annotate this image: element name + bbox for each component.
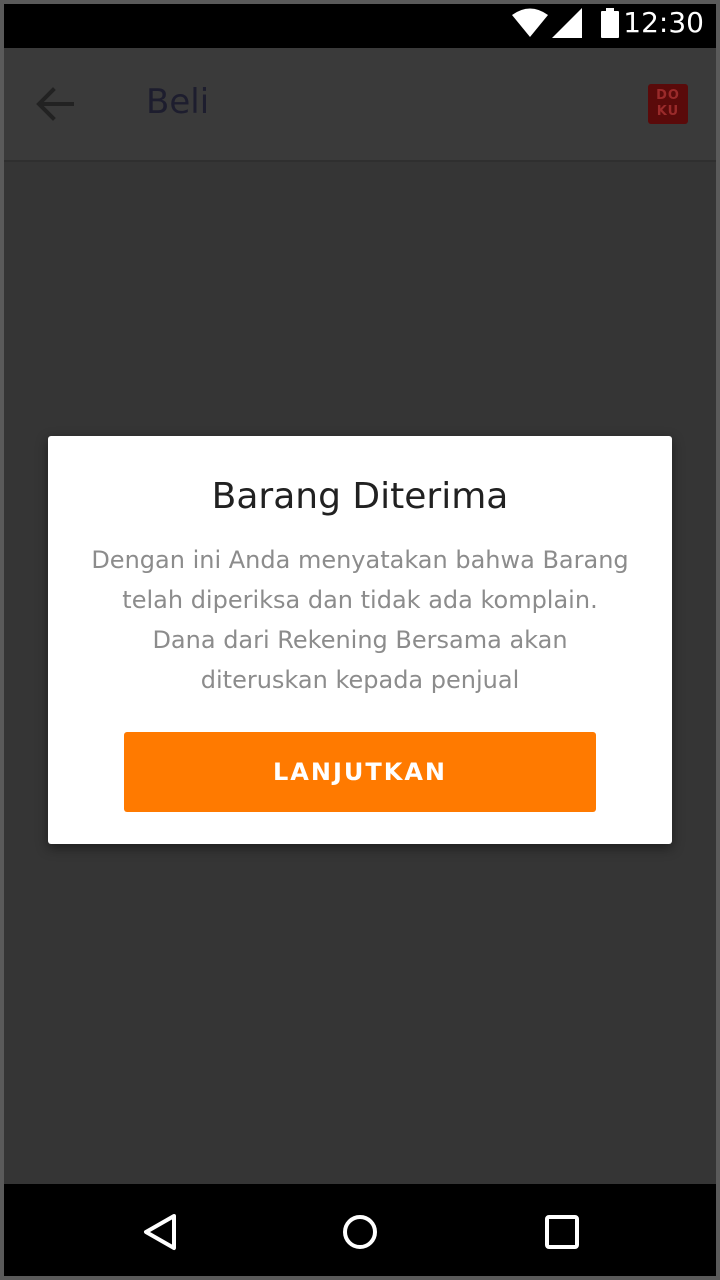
app-logo: DO KU: [648, 84, 688, 124]
nav-recent-icon[interactable]: [540, 1210, 584, 1254]
continue-button[interactable]: LANJUTKAN: [124, 732, 596, 812]
wifi-icon: [512, 8, 548, 42]
dialog-message: Dengan ini Anda menyatakan bahwa Barang …: [91, 546, 629, 694]
status-time: 12:30: [623, 6, 704, 39]
dialog-title: Barang Diterima: [211, 476, 509, 517]
arrow-left-icon[interactable]: [36, 86, 74, 126]
nav-home-icon[interactable]: [338, 1210, 382, 1254]
app-bar: Beli DO KU: [0, 48, 720, 162]
navigation-bar: [0, 1184, 720, 1280]
logo-text-top: DO: [656, 88, 680, 103]
page-title: Beli: [146, 82, 210, 122]
battery-icon: [600, 8, 620, 42]
signal-icon: [552, 8, 582, 42]
nav-back-icon[interactable]: [138, 1210, 182, 1254]
confirmation-dialog: Barang Diterima Dengan ini Anda menyatak…: [48, 436, 672, 844]
logo-text-bottom: KU: [656, 104, 680, 119]
status-bar: 12:30: [0, 0, 720, 48]
